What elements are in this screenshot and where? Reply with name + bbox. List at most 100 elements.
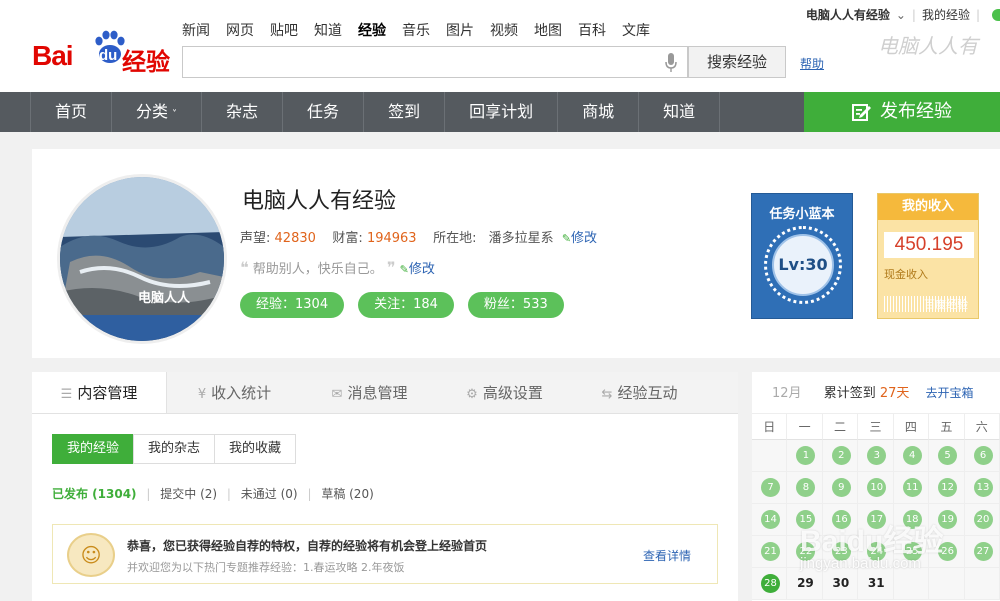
task-booklet-card[interactable]: 任务小蓝本 Lv:30	[751, 193, 853, 319]
calendar-day-cell[interactable]: 29	[787, 568, 823, 600]
checked-in-day-marker: 2	[831, 446, 851, 465]
calendar-day-cell[interactable]: 4	[893, 440, 930, 472]
calendar-day-cell[interactable]: 8	[787, 472, 823, 504]
subtab-my-favorites[interactable]: 我的收藏	[214, 434, 297, 464]
calendar-day-cell[interactable]: 13	[964, 472, 1000, 504]
edit-motto-link[interactable]: ✎修改	[400, 262, 435, 277]
calendar-day-cell[interactable]: 20	[964, 504, 1000, 536]
nav-checkin[interactable]: 签到	[364, 92, 446, 132]
checked-in-day-marker: 7	[761, 478, 780, 497]
income-card[interactable]: 我的收入 450.195 现金收入 百度经验	[877, 193, 979, 319]
tab-label: 经验互动	[617, 384, 678, 402]
wealth-value: 194963	[366, 231, 417, 246]
publish-button[interactable]: 发布经验	[804, 92, 1000, 132]
calendar-week-row: 123456	[752, 440, 1000, 472]
nav-task-label: 任务	[307, 102, 340, 121]
calendar-day-cell[interactable]: 3	[858, 440, 894, 472]
filter-published[interactable]: 已发布 (1304)	[52, 487, 137, 501]
envelope-icon: ✉	[331, 387, 343, 402]
view-details-link[interactable]: 查看详情	[643, 547, 691, 564]
calendar-day-cell[interactable]: 12	[929, 472, 965, 504]
topnav-news[interactable]: 新闻	[182, 20, 210, 40]
calendar-day-cell[interactable]: 10	[858, 472, 894, 504]
my-jingyan-link[interactable]: 我的经验	[922, 6, 970, 23]
following-count-pill[interactable]: 关注：184	[358, 292, 454, 318]
upcoming-day-label: 30	[832, 576, 850, 590]
filter-submitting[interactable]: 提交中 (2)	[160, 487, 217, 501]
calendar-day-cell[interactable]: 31	[858, 568, 894, 600]
task-card-title: 任务小蓝本	[769, 207, 835, 222]
checked-in-day-marker: 10	[867, 478, 887, 497]
motto-text: 帮助别人，快乐自己。	[252, 262, 383, 277]
filter-drafts[interactable]: 草稿 (20)	[321, 487, 373, 501]
calendar-day-cell[interactable]: 11	[893, 472, 930, 504]
tab-advanced-settings[interactable]: ⚙ 高级设置	[437, 372, 572, 413]
publish-label: 发布经验	[880, 101, 952, 122]
experience-count-pill[interactable]: 经验：1304	[240, 292, 345, 318]
divider: |	[226, 487, 231, 501]
filter-rejected[interactable]: 未通过 (0)	[241, 487, 298, 501]
checked-in-day-marker: 4	[902, 446, 922, 465]
tab-content-management[interactable]: ☰ 内容管理	[32, 372, 167, 413]
divider: |	[911, 7, 916, 22]
calendar-day-cell[interactable]: 7	[752, 472, 788, 504]
topnav-video[interactable]: 视频	[490, 20, 518, 40]
calendar-day-cell[interactable]: 2	[822, 440, 859, 472]
profile-motto: ❝ 帮助别人，快乐自己。 ❞ ✎修改	[240, 258, 435, 277]
tab-income-stats[interactable]: ¥ 收入统计	[167, 372, 302, 413]
calendar-day-cell	[752, 440, 788, 472]
topnav-music[interactable]: 音乐	[402, 20, 430, 40]
topnav-zhidao[interactable]: 知道	[314, 20, 342, 40]
tab-interaction[interactable]: ⇆ 经验互动	[572, 372, 707, 413]
baidu-jingyan-logo[interactable]: Bai du 经验	[32, 30, 172, 76]
nav-category[interactable]: 分类 ˅	[112, 92, 203, 132]
checked-in-day-marker: 11	[902, 478, 922, 497]
calendar-day-cell[interactable]: 9	[822, 472, 859, 504]
calendar-day-cell[interactable]: 21	[752, 536, 788, 568]
calendar-day-cell[interactable]: 28	[752, 568, 788, 600]
calendar-day-cell[interactable]: 27	[964, 536, 1000, 568]
microphone-icon[interactable]	[665, 53, 677, 73]
main-navbar: 首页 分类 ˅ 杂志 任务 签到 回享计划 商城 知道 发布经验	[0, 92, 1000, 132]
help-link[interactable]: 帮助	[800, 55, 824, 72]
calendar-day-cell[interactable]: 6	[964, 440, 1000, 472]
topnav-map[interactable]: 地图	[534, 20, 562, 40]
nav-share-plan[interactable]: 回享计划	[445, 92, 559, 132]
nav-home[interactable]: 首页	[30, 92, 113, 132]
topnav-images[interactable]: 图片	[446, 20, 474, 40]
nav-zhidao[interactable]: 知道	[639, 92, 721, 132]
topnav-web[interactable]: 网页	[226, 20, 254, 40]
topnav-tieba[interactable]: 贴吧	[270, 20, 298, 40]
nav-task[interactable]: 任务	[283, 92, 365, 132]
gear-icon: ⚙	[466, 387, 478, 402]
subtab-my-magazine[interactable]: 我的杂志	[133, 434, 216, 464]
calendar-day-cell[interactable]: 5	[929, 440, 965, 472]
checked-in-day-marker: 9	[831, 478, 851, 497]
calendar-day-cell[interactable]: 14	[752, 504, 788, 536]
search-input[interactable]	[182, 46, 688, 78]
checked-in-day-marker: 8	[796, 478, 816, 497]
nav-mall[interactable]: 商城	[558, 92, 640, 132]
followers-count-pill[interactable]: 粉丝：533	[467, 292, 564, 318]
username-menu[interactable]: 电脑人人有经验	[806, 6, 890, 23]
search-button[interactable]: 搜索经验	[688, 46, 786, 78]
subtab-my-experience[interactable]: 我的经验	[52, 434, 135, 464]
topnav-wenku[interactable]: 文库	[622, 20, 650, 40]
swap-icon: ⇆	[601, 387, 613, 402]
nav-magazine[interactable]: 杂志	[202, 92, 284, 132]
weekday-label: 日	[752, 414, 788, 440]
topnav-jingyan[interactable]: 经验	[358, 20, 386, 40]
tab-messages[interactable]: ✉ 消息管理	[302, 372, 437, 413]
open-treasure-link[interactable]: 去开宝箱	[926, 386, 974, 400]
open-quote-icon: ❝	[240, 258, 249, 277]
panel-tabs: ☰ 内容管理 ¥ 收入统计 ✉ 消息管理 ⚙ 高级设置 ⇆ 经验互动	[32, 372, 738, 414]
topnav-baike[interactable]: 百科	[578, 20, 606, 40]
calendar-day-cell[interactable]: 30	[822, 568, 859, 600]
nav-magazine-label: 杂志	[226, 102, 259, 121]
calendar-month: 12月	[772, 386, 802, 401]
calendar-day-cell	[893, 568, 930, 600]
edit-location-link[interactable]: ✎修改	[562, 231, 597, 246]
chevron-down-icon[interactable]: ⌄	[896, 8, 906, 22]
calendar-day-cell[interactable]: 1	[787, 440, 823, 472]
avatar[interactable]: 电脑人人	[60, 177, 224, 341]
